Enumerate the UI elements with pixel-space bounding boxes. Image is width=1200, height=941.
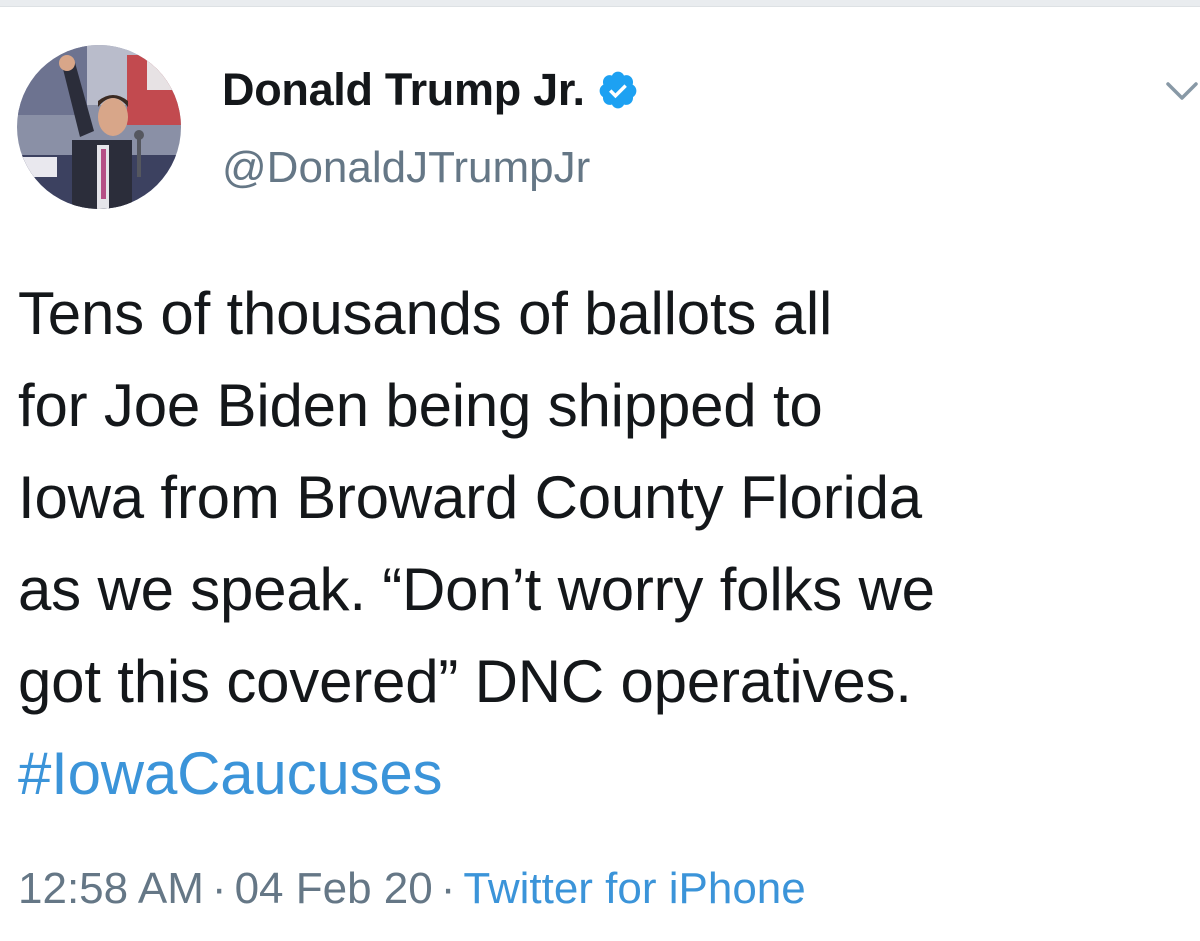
tweet-time[interactable]: 12:58 AM	[18, 864, 204, 913]
tweet-line: got this covered” DNC operatives.	[18, 648, 912, 715]
tweet-line: Iowa from Broward County Florida	[18, 464, 922, 531]
tweet-text: Tens of thousands of ballots all for Joe…	[18, 268, 1198, 820]
avatar-photo	[17, 45, 181, 209]
meta-separator: ·	[211, 864, 227, 913]
avatar[interactable]	[17, 45, 181, 209]
tweet-source-link[interactable]: Twitter for iPhone	[463, 864, 805, 913]
meta-separator: ·	[440, 864, 456, 913]
hashtag-link[interactable]: #IowaCaucuses	[18, 728, 1198, 820]
tweet-line: for Joe Biden being shipped to	[18, 372, 823, 439]
tweet-line: Tens of thousands of ballots all	[18, 280, 833, 347]
tweet-metadata: 12:58 AM · 04 Feb 20 · Twitter for iPhone	[18, 864, 806, 914]
chevron-down-icon[interactable]	[1164, 76, 1200, 106]
top-divider	[0, 0, 1200, 7]
verified-badge-icon	[597, 69, 639, 111]
display-name[interactable]: Donald Trump Jr.	[222, 64, 585, 116]
tweet-date[interactable]: 04 Feb 20	[235, 864, 433, 913]
author-name-row[interactable]: Donald Trump Jr.	[222, 60, 639, 120]
author-handle[interactable]: @DonaldJTrumpJr	[222, 143, 590, 193]
tweet-line: as we speak. “Don’t worry folks we	[18, 556, 935, 623]
